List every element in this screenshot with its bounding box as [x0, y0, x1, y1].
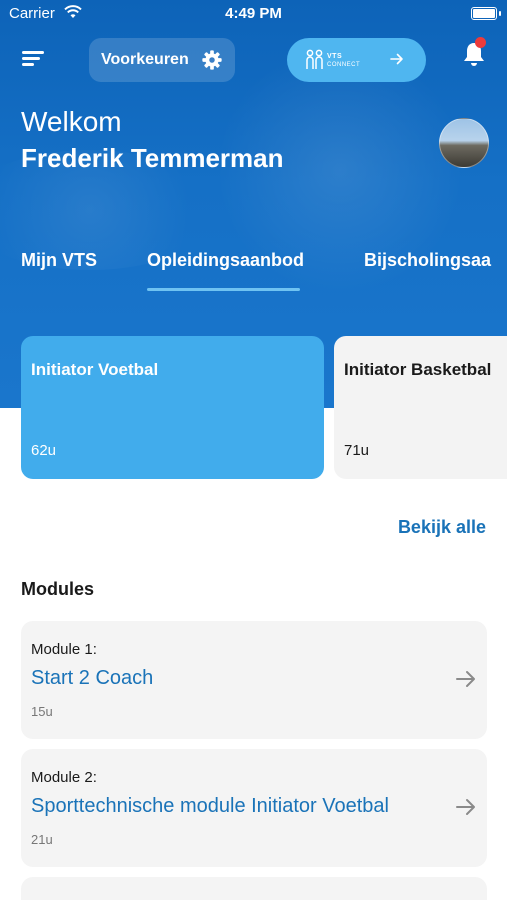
- tab-opleidingsaanbod[interactable]: Opleidingsaanbod: [147, 250, 304, 271]
- welcome-text: Welkom: [21, 106, 122, 137]
- notification-badge: [475, 37, 486, 48]
- module-label: Module 2:: [31, 769, 97, 786]
- preferences-label: Voorkeuren: [101, 51, 189, 68]
- vts-connect-line1: VTS: [327, 53, 343, 60]
- tab-bijscholingsaanbod[interactable]: Bijscholingsaa: [364, 250, 491, 271]
- avatar[interactable]: [439, 118, 489, 168]
- vts-connect-line2: CONNECT: [327, 62, 361, 68]
- module-title: Start 2 Coach: [31, 667, 154, 689]
- arrow-right-icon: [389, 51, 405, 72]
- arrow-right-icon: [455, 797, 477, 822]
- module-card[interactable]: Module 2: Sporttechnische module Initiat…: [21, 749, 487, 867]
- module-title: Sporttechnische module Initiator Voetbal: [31, 795, 389, 817]
- course-card[interactable]: Initiator Basketbal 71u: [334, 336, 507, 479]
- gear-icon: [201, 49, 223, 76]
- see-all-link[interactable]: Bekijk alle: [398, 517, 486, 538]
- battery-icon: [471, 7, 497, 20]
- course-hours: 71u: [344, 442, 370, 459]
- modules-heading: Modules: [21, 579, 95, 599]
- course-title: Initiator Basketbal: [344, 360, 492, 379]
- arrow-right-icon: [455, 669, 477, 694]
- battery-tip: [499, 11, 501, 16]
- user-name: Frederik Temmerman: [21, 143, 284, 173]
- active-tab-indicator: [147, 288, 300, 291]
- module-card[interactable]: Module 1: Start 2 Coach 15u: [21, 621, 487, 739]
- clock: 4:49 PM: [225, 5, 282, 22]
- module-label: Module 1:: [31, 641, 97, 658]
- status-bar: Carrier 4:49 PM: [0, 0, 507, 28]
- preferences-button[interactable]: Voorkeuren: [89, 38, 235, 82]
- vts-connect-logo-icon: [305, 49, 325, 76]
- course-card[interactable]: Initiator Voetbal 62u: [21, 336, 324, 479]
- module-hours: 15u: [31, 704, 53, 719]
- menu-icon[interactable]: [18, 46, 48, 72]
- course-hours: 62u: [31, 442, 57, 459]
- tab-mijn-vts[interactable]: Mijn VTS: [21, 250, 97, 271]
- module-card[interactable]: [21, 877, 487, 900]
- module-hours: 21u: [31, 832, 53, 847]
- vts-connect-button[interactable]: VTS CONNECT: [287, 38, 426, 82]
- course-title: Initiator Voetbal: [31, 360, 159, 379]
